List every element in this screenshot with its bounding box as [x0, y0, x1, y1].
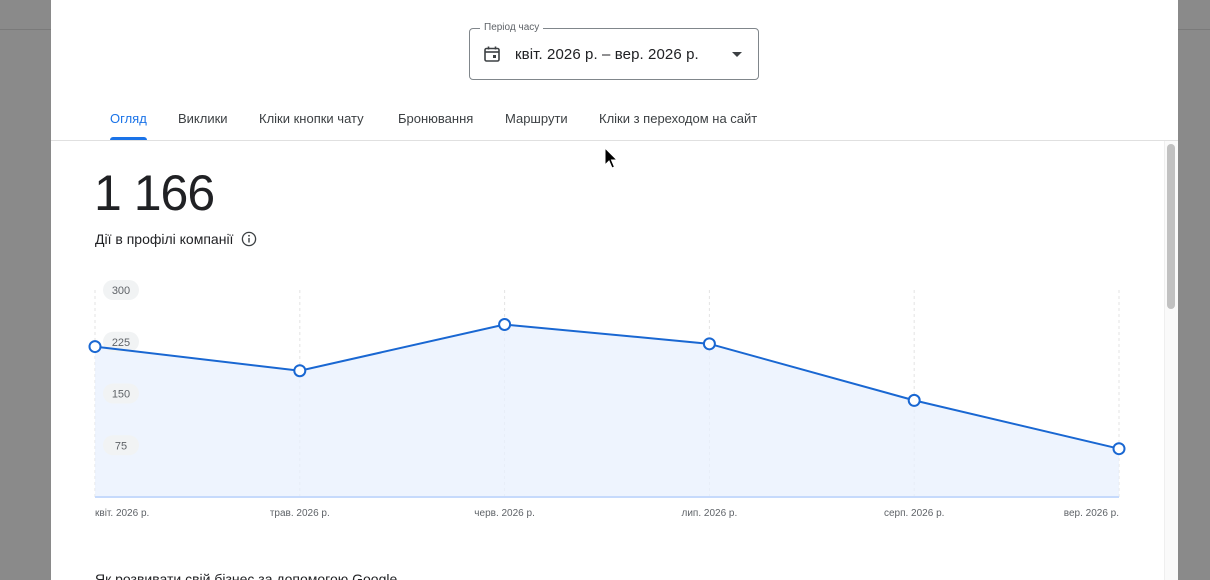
- scrollbar-thumb[interactable]: [1167, 144, 1175, 309]
- x-tick-label: вер. 2026 р.: [1064, 508, 1119, 519]
- chart-area: [95, 324, 1119, 497]
- tab-website-clicks[interactable]: Кліки з переходом на сайт: [599, 111, 757, 126]
- actions-chart: 300 225 150 75 квіт. 2026 р. трав. 2026 р. чер…: [51, 270, 1161, 530]
- metric-value: 1 166: [94, 165, 215, 221]
- y-tick-label: 75: [115, 440, 127, 452]
- chart-svg: 300 225 150 75 квіт. 2026 р. трав. 2026 р. чер…: [88, 280, 1126, 519]
- tabs-bar: Огляд Виклики Кліки кнопки чату Бронюван…: [51, 100, 1178, 141]
- data-point: [907, 393, 921, 407]
- data-point: [88, 340, 102, 354]
- period-label: Період часу: [480, 22, 544, 34]
- tab-overview[interactable]: Огляд: [110, 111, 147, 126]
- section-heading: Як розвивати свій бізнес за допомогою Go…: [95, 571, 398, 580]
- tab-directions[interactable]: Маршрути: [505, 111, 568, 126]
- x-tick-label: лип. 2026 р.: [682, 508, 738, 519]
- y-tick-label: 300: [112, 285, 130, 297]
- tab-bookings[interactable]: Бронювання: [398, 111, 473, 126]
- performance-panel: Період часу квіт. 2026 р. – вер. 2026 р.…: [51, 0, 1178, 580]
- x-tick-label: черв. 2026 р.: [474, 508, 535, 519]
- active-tab-indicator: [110, 137, 147, 140]
- period-selector[interactable]: Період часу квіт. 2026 р. – вер. 2026 р.: [469, 22, 759, 80]
- y-tick-label: 225: [112, 337, 130, 349]
- x-tick-label: серп. 2026 р.: [884, 508, 944, 519]
- period-value: квіт. 2026 р. – вер. 2026 р.: [515, 46, 699, 63]
- x-tick-label: квіт. 2026 р.: [95, 508, 149, 519]
- metric-label: Дії в профілі компанії: [95, 231, 234, 247]
- data-point: [1112, 442, 1126, 456]
- calendar-icon: [483, 45, 501, 63]
- tab-calls[interactable]: Виклики: [178, 111, 228, 126]
- x-tick-label: трав. 2026 р.: [270, 508, 330, 519]
- dropdown-arrow-icon[interactable]: [732, 52, 742, 57]
- metric-label-row: Дії в профілі компанії: [95, 231, 257, 247]
- info-icon[interactable]: [241, 231, 257, 247]
- y-tick-label: 150: [112, 389, 130, 401]
- tab-chat-clicks[interactable]: Кліки кнопки чату: [259, 111, 364, 126]
- mouse-cursor-icon: [604, 147, 619, 169]
- data-point: [498, 318, 512, 331]
- data-point: [293, 364, 307, 378]
- data-point: [702, 337, 716, 351]
